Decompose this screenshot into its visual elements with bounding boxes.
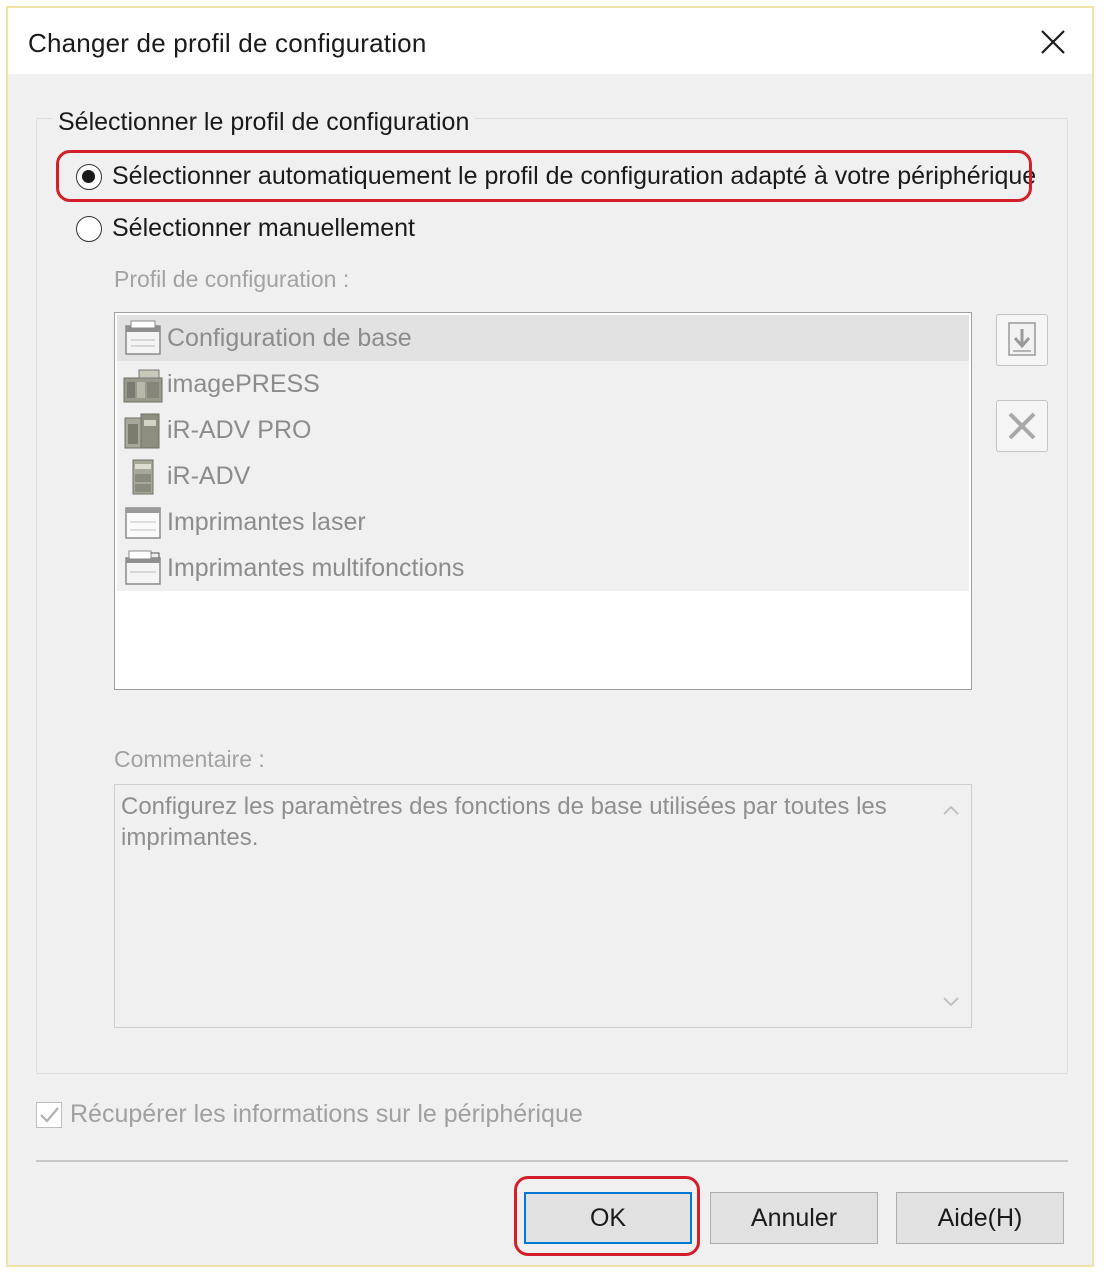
delete-profile-button[interactable]	[996, 400, 1048, 452]
import-icon	[1008, 322, 1036, 356]
close-icon	[1041, 30, 1065, 54]
list-item-label: iR-ADV PRO	[167, 415, 312, 444]
list-item[interactable]: iR-ADV	[117, 453, 969, 499]
radio-auto-label: Sélectionner automatiquement le profil d…	[112, 162, 1037, 190]
list-item-label: Imprimantes multifonctions	[167, 553, 465, 582]
list-item-label: Configuration de base	[167, 323, 412, 352]
profile-list-label: Profil de configuration :	[114, 266, 350, 292]
profile-listbox[interactable]: Configuration de base imagePRESS iR-ADV …	[114, 312, 972, 690]
radio-manual-select[interactable]: Sélectionner manuellement	[76, 214, 415, 243]
radio-manual-label: Sélectionner manuellement	[112, 214, 415, 242]
list-item-label: imagePRESS	[167, 369, 320, 398]
retrieve-device-info-label: Récupérer les informations sur le périph…	[70, 1100, 583, 1128]
comment-text: Configurez les paramètres des fonctions …	[121, 793, 887, 851]
title-bar: Changer de profil de configuration	[8, 8, 1092, 74]
scroll-up-icon[interactable]	[941, 803, 961, 817]
list-item[interactable]: Imprimantes laser	[117, 499, 969, 545]
list-item[interactable]: iR-ADV PRO	[117, 407, 969, 453]
dialog-title: Changer de profil de configuration	[28, 28, 427, 58]
list-item-label: iR-ADV	[167, 461, 251, 490]
separator	[36, 1160, 1068, 1162]
cancel-button[interactable]: Annuler	[710, 1192, 878, 1244]
radio-auto-indicator[interactable]	[76, 163, 102, 190]
ir-adv-printer-icon	[132, 459, 154, 495]
retrieve-device-info-checkbox[interactable]: Récupérer les informations sur le périph…	[36, 1100, 583, 1129]
checkmark-icon	[40, 1106, 59, 1123]
radio-manual-indicator[interactable]	[76, 215, 102, 242]
radio-auto-select[interactable]: Sélectionner automatiquement le profil d…	[76, 162, 1036, 191]
ok-button[interactable]: OK	[524, 1192, 692, 1244]
list-item[interactable]: imagePRESS	[117, 361, 969, 407]
list-item[interactable]: Configuration de base	[117, 315, 969, 361]
profile-list-area: Configuration de base imagePRESS iR-ADV …	[117, 315, 969, 591]
comment-label: Commentaire :	[114, 746, 265, 772]
list-item-label: Imprimantes laser	[167, 507, 366, 536]
comment-textarea[interactable]: Configurez les paramètres des fonctions …	[114, 784, 972, 1028]
import-profile-button[interactable]	[996, 314, 1048, 366]
imagepress-printer-icon	[123, 369, 163, 403]
list-item[interactable]: Imprimantes multifonctions	[117, 545, 969, 591]
base-config-icon	[125, 320, 161, 355]
multifunction-printer-icon	[125, 550, 161, 585]
checkbox-indicator[interactable]	[36, 1101, 62, 1128]
ir-adv-pro-printer-icon	[124, 413, 160, 449]
help-button[interactable]: Aide(H)	[896, 1192, 1064, 1244]
delete-icon	[1008, 412, 1036, 440]
group-legend: Sélectionner le profil de configuration	[52, 108, 476, 137]
scroll-down-icon[interactable]	[941, 995, 961, 1009]
change-config-profile-dialog: Changer de profil de configuration Sélec…	[6, 6, 1094, 1267]
close-button[interactable]	[1024, 18, 1082, 66]
laser-printer-icon	[125, 507, 161, 539]
